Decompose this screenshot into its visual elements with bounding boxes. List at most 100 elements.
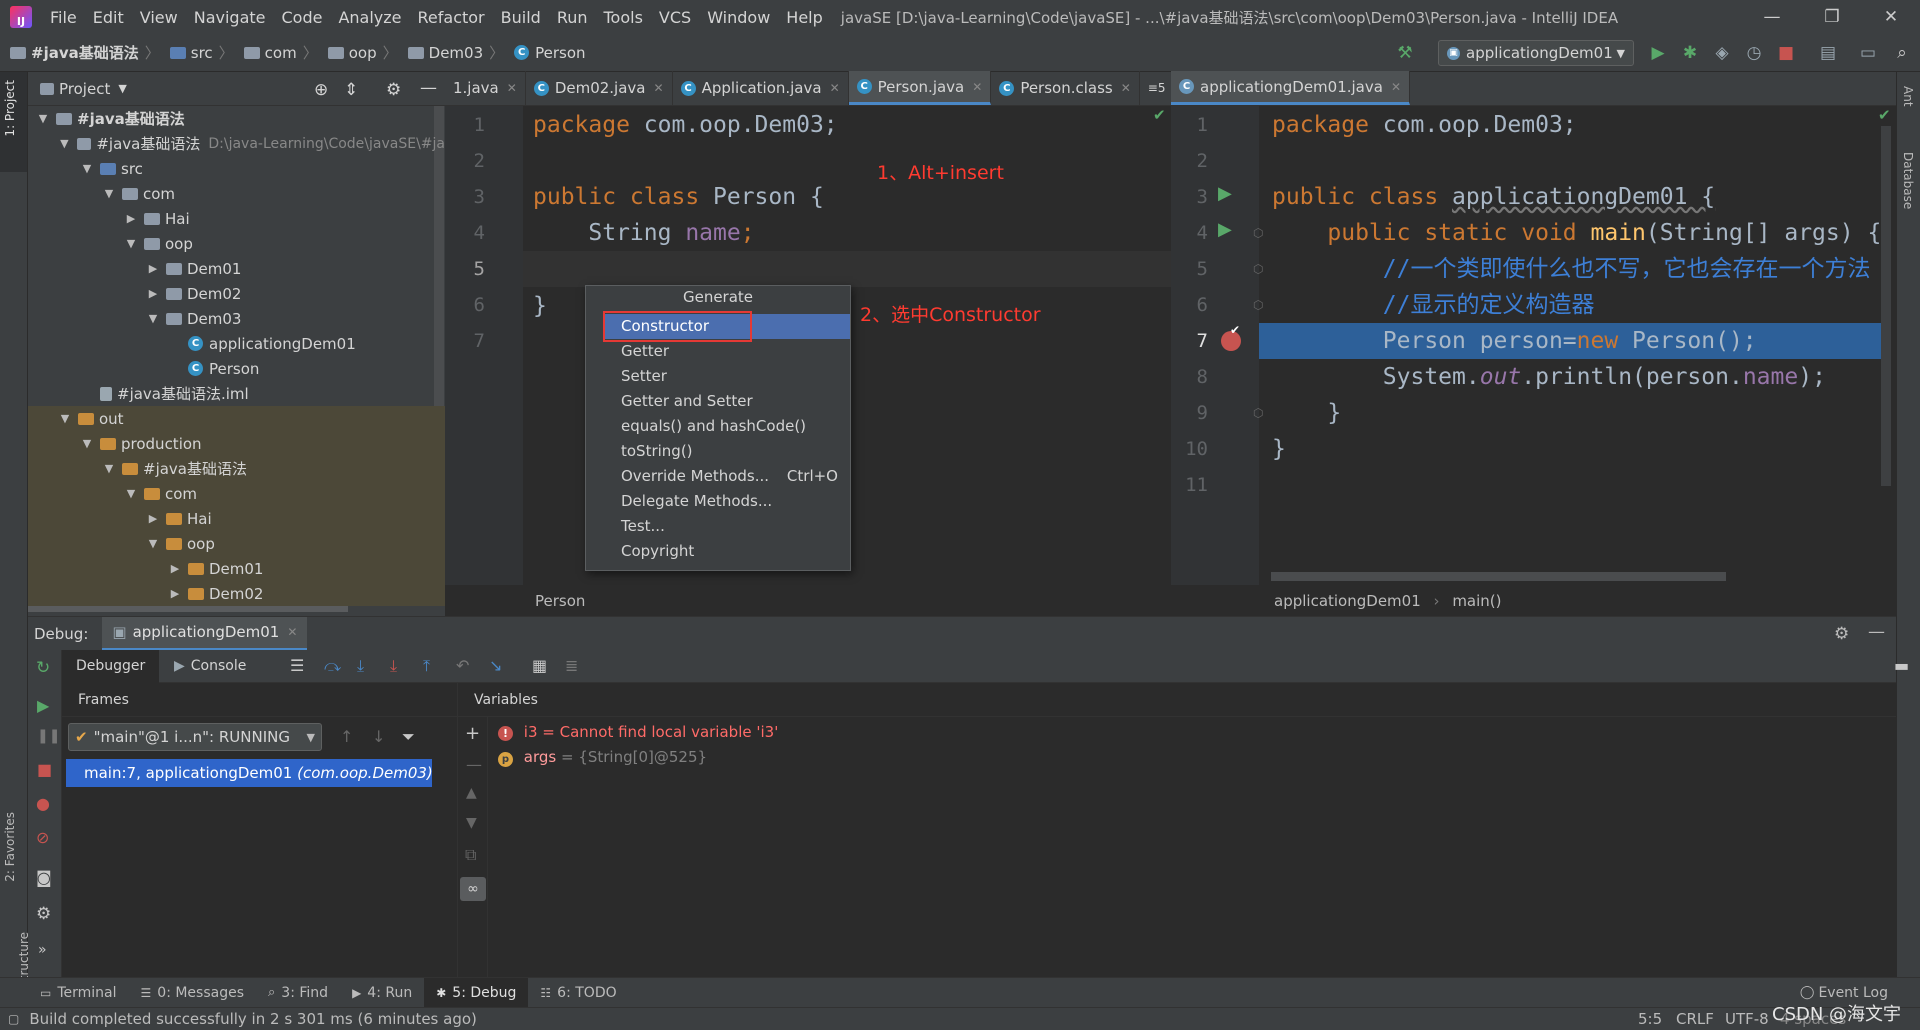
chevron-down-icon[interactable]: ▼: [58, 412, 72, 425]
generate-item-copyright[interactable]: Copyright: [586, 539, 850, 564]
hide-panel-icon[interactable]: —: [1868, 622, 1885, 642]
menu-tools[interactable]: Tools: [596, 8, 651, 27]
tab-dem02-java[interactable]: C Dem02.java ✕: [526, 71, 673, 105]
step-out-icon[interactable]: ⤒: [423, 656, 430, 676]
chevron-down-icon[interactable]: ▼: [146, 537, 160, 550]
search-everywhere-icon[interactable]: ⌕: [1892, 43, 1912, 63]
tree-item[interactable]: ▶ Dem01: [28, 556, 445, 581]
tree-item[interactable]: CapplicationgDem01: [28, 331, 445, 356]
view-breakpoints-icon[interactable]: ●: [36, 794, 50, 813]
chevron-right-icon[interactable]: ▶: [146, 512, 160, 525]
move-up-icon[interactable]: ▲: [466, 785, 477, 801]
variable-row-args[interactable]: p args = {String[0]@525}: [488, 743, 707, 771]
tool-run[interactable]: ▶ 4: Run: [340, 978, 424, 1008]
chevron-down-icon[interactable]: ▼: [146, 312, 160, 325]
filter-icon[interactable]: ⏷: [402, 727, 415, 747]
restore-layout-icon[interactable]: ▬: [1894, 656, 1909, 675]
arrow-up-icon[interactable]: ↑: [340, 727, 353, 746]
chevron-down-icon[interactable]: ▼: [80, 437, 94, 450]
chevron-down-icon[interactable]: ▼: [124, 487, 138, 500]
debug-session-tab[interactable]: ▣ applicationgDem01 ✕: [102, 616, 308, 651]
fold-icon[interactable]: ⬡: [1253, 298, 1263, 312]
chevron-right-icon[interactable]: ▶: [146, 262, 160, 275]
tab-console[interactable]: ▶ Console: [174, 650, 246, 683]
generate-item-setter[interactable]: Setter: [586, 364, 850, 389]
breadcrumb-module[interactable]: #java基础语法〉: [0, 42, 160, 63]
menu-view[interactable]: View: [132, 8, 186, 27]
minimize-icon[interactable]: —: [1747, 0, 1797, 34]
tab-ant-tool[interactable]: Ant: [1901, 86, 1915, 107]
tab-debugger[interactable]: Debugger: [62, 650, 160, 683]
fold-icon[interactable]: ⬡: [1253, 226, 1263, 240]
tool-terminal[interactable]: ▭ Terminal: [28, 978, 129, 1008]
tool-todo[interactable]: ☷ 6: TODO: [528, 978, 628, 1008]
layout-icon[interactable]: ▭: [1858, 43, 1878, 63]
tree-item[interactable]: ▶ Dem02: [28, 281, 445, 306]
glasses-icon[interactable]: ∞: [460, 877, 486, 901]
fold-icon[interactable]: ⬡: [1253, 262, 1263, 276]
menu-navigate[interactable]: Navigate: [186, 8, 274, 27]
tool-messages[interactable]: ☰ 0: Messages: [129, 978, 257, 1008]
fold-icon[interactable]: ⬡: [1253, 406, 1263, 420]
tree-item[interactable]: #java基础语法.iml: [28, 381, 445, 406]
close-icon[interactable]: ✕: [1121, 81, 1131, 95]
tree-item[interactable]: C Person: [28, 356, 445, 381]
file-encoding[interactable]: UTF-8: [1725, 1010, 1769, 1028]
hide-panel-icon[interactable]: —: [420, 78, 437, 98]
mute-breakpoints-icon[interactable]: ⊘: [36, 828, 49, 847]
tab-1-java[interactable]: 1.java ✕: [445, 71, 526, 105]
move-down-icon[interactable]: ▼: [466, 815, 477, 831]
status-toggle-icon[interactable]: ▢: [8, 1012, 19, 1026]
tab-database-tool[interactable]: Database: [1901, 152, 1915, 209]
chevron-right-icon[interactable]: ▶: [124, 212, 138, 225]
tree-item[interactable]: ▼ oop: [28, 531, 445, 556]
breadcrumb-com[interactable]: com 〉: [234, 42, 318, 63]
frame-row-selected[interactable]: main:7, applicationgDem01 (com.oop.Dem03…: [66, 759, 433, 787]
chevron-down-icon[interactable]: ▼: [102, 462, 116, 475]
tree-item[interactable]: ▶ Dem01: [28, 256, 445, 281]
arrow-down-icon[interactable]: ↓: [372, 727, 385, 746]
tree-item[interactable]: ▼ #java基础语法: [28, 106, 445, 131]
generate-item-test[interactable]: Test...: [586, 514, 850, 539]
tool-find[interactable]: ⌕ 3: Find: [256, 978, 340, 1008]
variable-row-i3[interactable]: ! i3 = Cannot find local variable 'i3': [488, 718, 778, 746]
breadcrumb-method[interactable]: main(): [1452, 592, 1501, 610]
run-gutter-icon[interactable]: ▶: [1218, 183, 1232, 204]
chevron-down-icon[interactable]: ▼: [58, 137, 71, 150]
remove-watch-icon[interactable]: —: [466, 755, 482, 774]
project-title[interactable]: Project: [59, 80, 110, 98]
menu-help[interactable]: Help: [778, 8, 830, 27]
editor-right-hscrollbar[interactable]: [1271, 572, 1726, 581]
coverage-icon[interactable]: ◈: [1712, 43, 1732, 63]
close-icon[interactable]: ✕: [972, 80, 982, 94]
menu-build[interactable]: Build: [493, 8, 549, 27]
chevron-down-icon[interactable]: ▼: [102, 187, 116, 200]
debug-bug-icon[interactable]: ✱: [1680, 43, 1700, 63]
tree-item[interactable]: ▶ Hai: [28, 506, 445, 531]
pause-icon[interactable]: ❚❚: [37, 728, 60, 744]
tab-person-java[interactable]: C Person.java ✕: [848, 71, 992, 105]
run-icon[interactable]: ▶: [1648, 43, 1668, 63]
step-over-icon[interactable]: ⤼: [324, 656, 341, 676]
close-icon[interactable]: ✕: [287, 625, 297, 639]
trace-icon[interactable]: ≣: [565, 656, 578, 675]
close-icon[interactable]: ✕: [1391, 80, 1401, 94]
resume-icon[interactable]: ▶: [37, 696, 49, 715]
breadcrumb-class[interactable]: applicationgDem01: [1274, 592, 1421, 610]
generate-item-equals-and-hashcode[interactable]: equals() and hashCode(): [586, 414, 850, 439]
tree-item[interactable]: ▼ out: [28, 406, 445, 431]
close-window-icon[interactable]: ✕: [1866, 0, 1916, 34]
run-to-cursor-icon[interactable]: ↘: [489, 656, 502, 675]
stop-icon[interactable]: ■: [37, 760, 52, 779]
more-icon[interactable]: »: [38, 942, 47, 958]
generate-item-override-methods[interactable]: Override Methods... Ctrl+O: [586, 464, 850, 489]
breadcrumb-src[interactable]: src 〉: [160, 42, 234, 63]
camera-icon[interactable]: ◙: [36, 868, 52, 887]
run-configuration-select[interactable]: ▣ applicationgDem01 ▼: [1438, 40, 1634, 66]
tool-debug[interactable]: ✱ 5: Debug: [424, 977, 529, 1008]
gear-icon[interactable]: ⚙: [386, 80, 401, 100]
generate-item-getter[interactable]: Getter: [586, 339, 850, 364]
breadcrumb-class[interactable]: Person: [535, 592, 585, 610]
menu-run[interactable]: Run: [549, 8, 596, 27]
menu-analyze[interactable]: Analyze: [330, 8, 409, 27]
